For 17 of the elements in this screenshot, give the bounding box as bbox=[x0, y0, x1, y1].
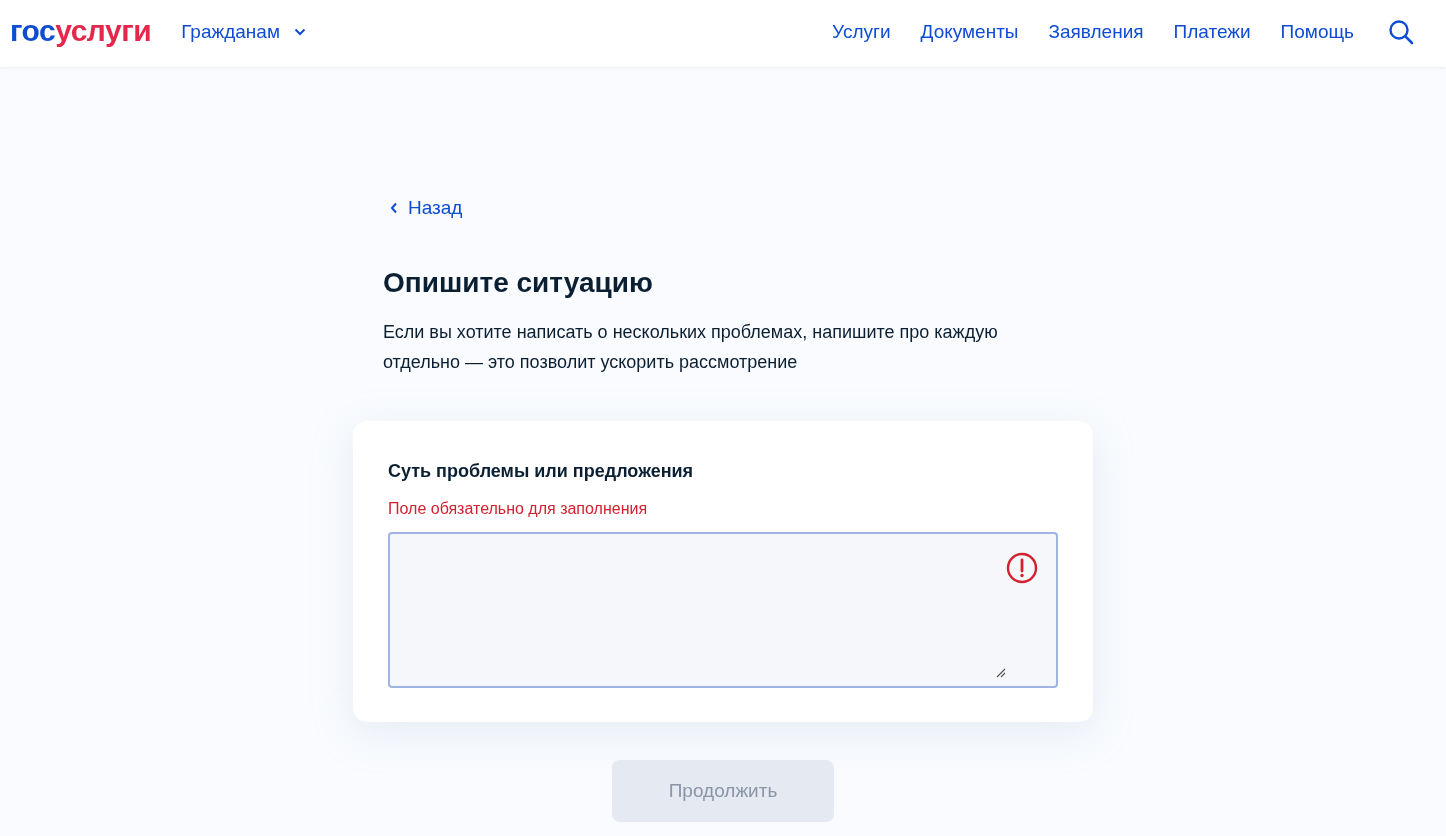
chevron-left-icon bbox=[390, 202, 398, 214]
error-message: Поле обязательно для заполнения bbox=[388, 500, 649, 518]
nav-link[interactable]: Услуги bbox=[832, 20, 891, 43]
logo[interactable]: госуслуги bbox=[10, 13, 152, 48]
nav-link[interactable]: Документы bbox=[920, 20, 1019, 43]
search-icon[interactable] bbox=[1388, 18, 1414, 45]
nav-link[interactable]: Платежи bbox=[1173, 20, 1251, 43]
nav-link[interactable]: Заявления bbox=[1048, 20, 1144, 43]
back-link[interactable]: Назад bbox=[390, 197, 463, 219]
chevron-icon bbox=[293, 27, 306, 36]
audience-dropdown[interactable]: Гражданам bbox=[181, 20, 306, 43]
description: Если вы хотите написать о нескольких проблемах, напишите про каждую отдельно — это позволит ускорить рассмотрение bbox=[383, 321, 999, 374]
resize-handle-icon[interactable] bbox=[996, 668, 1006, 678]
page-title: Опишите ситуацию bbox=[383, 267, 654, 299]
nav-link[interactable]: Помощь bbox=[1280, 20, 1354, 43]
error-icon bbox=[1006, 552, 1038, 584]
field-label: Суть проблемы или предложения bbox=[388, 461, 695, 482]
